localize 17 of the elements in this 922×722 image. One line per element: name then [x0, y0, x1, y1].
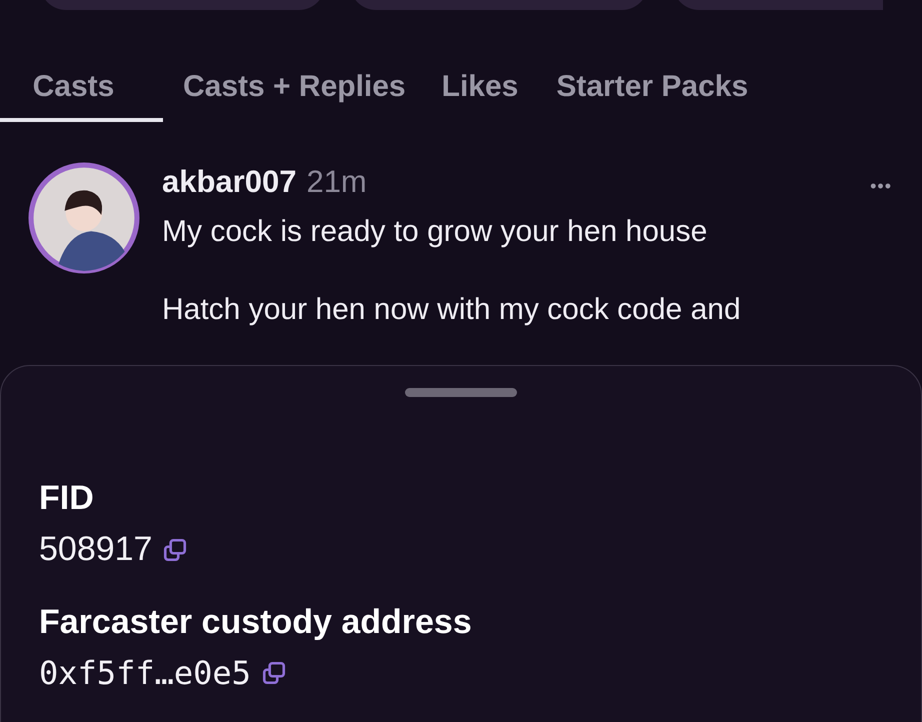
copy-icon[interactable] — [162, 536, 188, 562]
username[interactable]: akbar007 — [162, 164, 296, 200]
profile-tab[interactable]: Casts + Replies — [183, 62, 406, 122]
avatar[interactable] — [28, 162, 140, 274]
cast-text: My cock is ready to grow your hen house — [162, 214, 708, 250]
field-label: Farcaster custody address — [39, 603, 473, 642]
cast-text: Hatch your hen now with my cock code and — [162, 292, 742, 328]
drag-handle[interactable] — [405, 388, 517, 397]
profile-tab[interactable]: Casts — [0, 62, 163, 122]
timestamp: 21m — [306, 164, 367, 200]
field-label: FID — [39, 479, 95, 518]
field-value: 508917 — [39, 530, 152, 569]
field-value: 0xf5ff…e0e5 — [39, 654, 251, 692]
more-button[interactable]: ••• — [870, 176, 892, 197]
profile-tab[interactable]: Starter Packs — [556, 62, 748, 122]
profile-tab[interactable]: Likes — [442, 62, 518, 122]
copy-icon[interactable] — [260, 660, 287, 686]
